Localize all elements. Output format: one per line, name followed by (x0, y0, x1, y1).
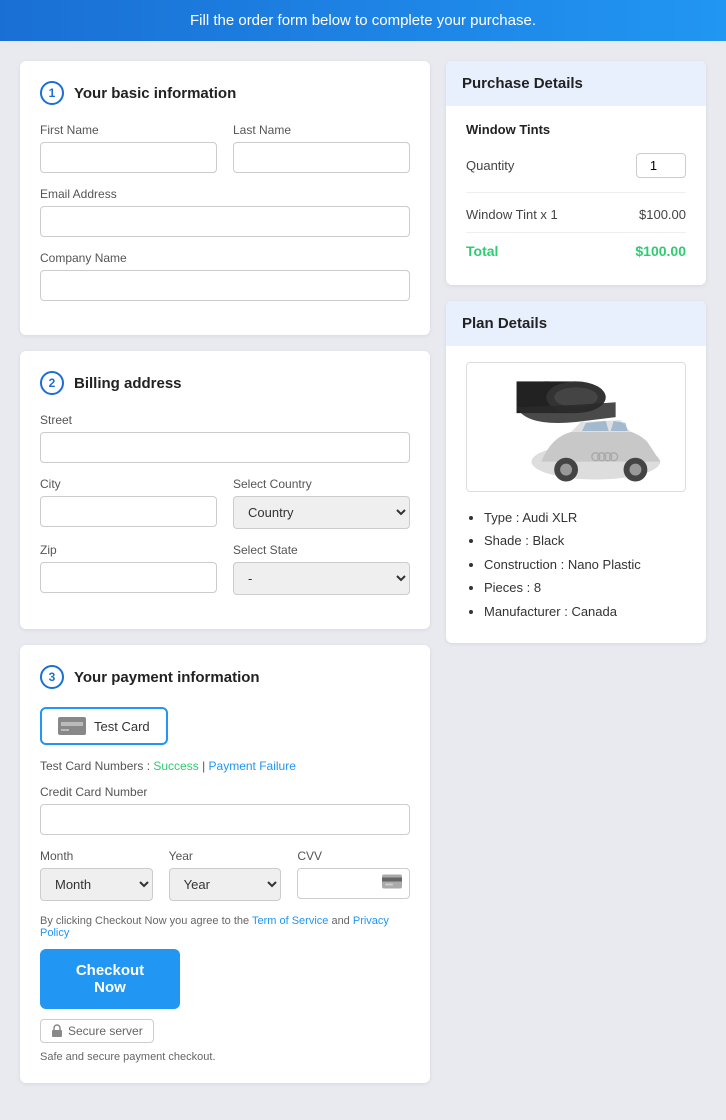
line-item-price: $100.00 (639, 207, 686, 222)
terms-between: and (328, 915, 352, 927)
success-link[interactable]: Success (153, 759, 198, 773)
cvv-label: CVV (297, 849, 410, 863)
product-name: Window Tints (466, 122, 686, 137)
cvv-card-icon (382, 874, 402, 893)
step-2-circle: 2 (40, 371, 64, 395)
payment-label: Your payment information (74, 669, 260, 686)
last-name-label: Last Name (233, 123, 410, 137)
billing-label: Billing address (74, 375, 182, 392)
plan-shade: Shade : Black (484, 529, 686, 552)
plan-title: Plan Details (462, 315, 547, 332)
street-group: Street (40, 413, 410, 463)
country-label: Select Country (233, 477, 410, 491)
state-label: Select State (233, 543, 410, 557)
city-group: City (40, 477, 217, 529)
cc-number-group: Credit Card Number (40, 785, 410, 835)
terms-before: By clicking Checkout Now you agree to th… (40, 915, 252, 927)
test-card-note: Test Card Numbers : Success | Payment Fa… (40, 759, 410, 773)
card-tab[interactable]: Test Card (40, 707, 168, 745)
month-select[interactable]: Month 010203 040506 070809 101112 (40, 868, 153, 901)
quantity-label: Quantity (466, 158, 514, 173)
total-label: Total (466, 243, 498, 259)
payment-title: 3 Your payment information (40, 665, 410, 689)
billing-section: 2 Billing address Street City Select Cou… (20, 351, 430, 629)
card-tab-label: Test Card (94, 719, 150, 734)
city-label: City (40, 477, 217, 491)
plan-details-card: Plan Details (446, 301, 706, 643)
plan-construction: Construction : Nano Plastic (484, 553, 686, 576)
zip-group: Zip (40, 543, 217, 595)
total-row: Total $100.00 (466, 232, 686, 265)
state-select[interactable]: - California New York Texas (233, 562, 410, 595)
year-group: Year Year 202420252026 202720282029 (169, 849, 282, 901)
country-group: Select Country Country United States Can… (233, 477, 410, 529)
month-group: Month Month 010203 040506 070809 101112 (40, 849, 153, 901)
lock-icon (51, 1024, 63, 1038)
right-column: Purchase Details Window Tints Quantity W… (446, 61, 706, 1083)
first-name-group: First Name (40, 123, 217, 173)
checkout-label: Checkout Now (76, 962, 144, 996)
last-name-group: Last Name (233, 123, 410, 173)
first-name-label: First Name (40, 123, 217, 137)
year-select[interactable]: Year 202420252026 202720282029 (169, 868, 282, 901)
city-input[interactable] (40, 496, 217, 527)
year-label: Year (169, 849, 282, 863)
street-label: Street (40, 413, 410, 427)
terms-text: By clicking Checkout Now you agree to th… (40, 915, 410, 939)
street-input[interactable] (40, 432, 410, 463)
secure-badge: Secure server (40, 1019, 154, 1043)
checkout-button[interactable]: Checkout Now (40, 949, 180, 1009)
cc-number-input[interactable] (40, 804, 410, 835)
email-input[interactable] (40, 206, 410, 237)
step-1-circle: 1 (40, 81, 64, 105)
step-3-circle: 3 (40, 665, 64, 689)
first-name-input[interactable] (40, 142, 217, 173)
month-label: Month (40, 849, 153, 863)
line-item-row: Window Tint x 1 $100.00 (466, 201, 686, 228)
plan-manufacturer: Manufacturer : Canada (484, 600, 686, 623)
zip-label: Zip (40, 543, 217, 557)
plan-type: Type : Audi XLR (484, 506, 686, 529)
purchase-title: Purchase Details (462, 75, 583, 92)
purchase-header: Purchase Details (446, 61, 706, 106)
plan-illustration (467, 367, 685, 487)
email-group: Email Address (40, 187, 410, 237)
cc-label: Credit Card Number (40, 785, 410, 799)
plan-attributes-list: Type : Audi XLR Shade : Black Constructi… (466, 506, 686, 623)
cvv-group: CVV (297, 849, 410, 901)
separator: | (199, 759, 209, 773)
state-group: Select State - California New York Texas (233, 543, 410, 595)
plan-image (466, 362, 686, 492)
total-price: $100.00 (635, 243, 686, 259)
failure-link[interactable]: Payment Failure (209, 759, 296, 773)
company-group: Company Name (40, 251, 410, 301)
terms-link[interactable]: Term of Service (252, 915, 328, 927)
company-input[interactable] (40, 270, 410, 301)
basic-info-title: 1 Your basic information (40, 81, 410, 105)
test-card-label: Test Card Numbers : (40, 759, 153, 773)
safe-label: Safe and secure payment checkout. (40, 1051, 216, 1063)
country-select[interactable]: Country United States Canada United King… (233, 496, 410, 529)
billing-title: 2 Billing address (40, 371, 410, 395)
top-bar: Fill the order form below to complete yo… (0, 0, 726, 41)
purchase-details-card: Purchase Details Window Tints Quantity W… (446, 61, 706, 285)
email-label: Email Address (40, 187, 410, 201)
last-name-input[interactable] (233, 142, 410, 173)
company-label: Company Name (40, 251, 410, 265)
quantity-input[interactable] (636, 153, 686, 178)
card-tab-icon (58, 717, 86, 735)
plan-header: Plan Details (446, 301, 706, 346)
payment-section: 3 Your payment information Test Card Tes… (20, 645, 430, 1083)
line-item-label: Window Tint x 1 (466, 207, 558, 222)
secure-label: Secure server (68, 1024, 143, 1038)
quantity-row: Quantity (466, 147, 686, 184)
left-column: 1 Your basic information First Name Last… (20, 61, 430, 1083)
safe-text: Safe and secure payment checkout. (40, 1051, 410, 1063)
zip-input[interactable] (40, 562, 217, 593)
top-bar-message: Fill the order form below to complete yo… (190, 12, 536, 29)
cvv-row (297, 868, 410, 899)
basic-info-section: 1 Your basic information First Name Last… (20, 61, 430, 335)
plan-pieces: Pieces : 8 (484, 576, 686, 599)
basic-info-label: Your basic information (74, 85, 236, 102)
